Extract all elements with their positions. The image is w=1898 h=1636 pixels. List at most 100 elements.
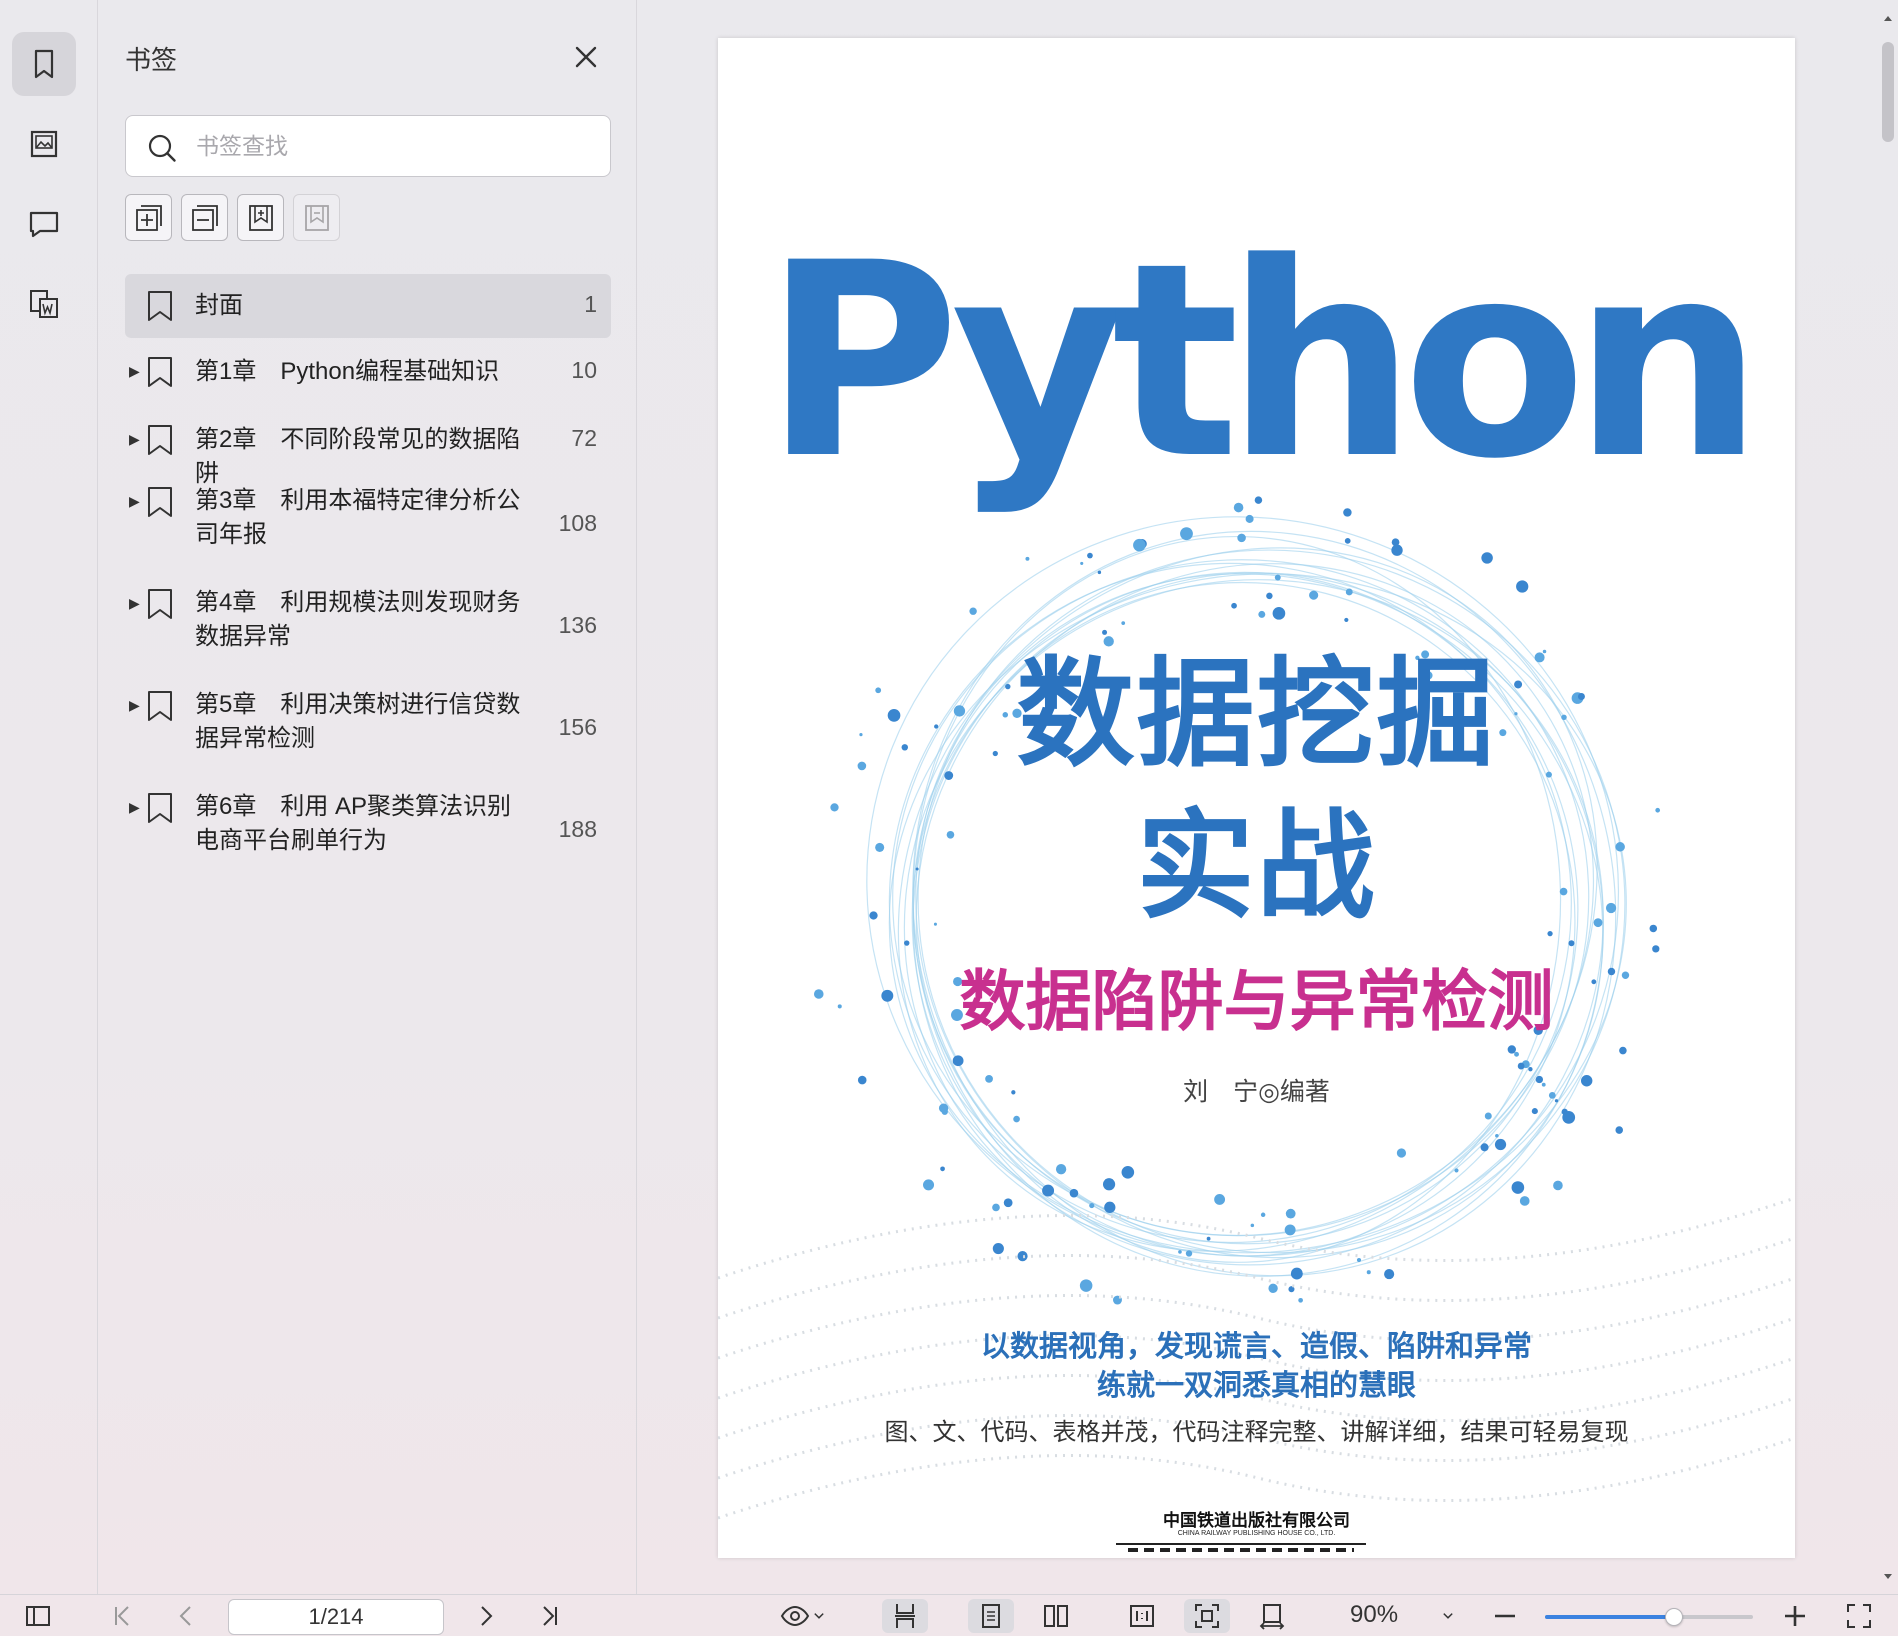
expand-arrow-icon[interactable]: ▶ (129, 431, 140, 448)
expand-arrow-icon[interactable]: ▶ (129, 697, 140, 714)
actual-size-icon (1130, 1605, 1154, 1627)
continuous-scroll-button[interactable] (882, 1599, 928, 1633)
scrollbar-thumb[interactable] (1882, 42, 1894, 142)
remove-bookmark-icon (304, 204, 329, 231)
chevron-down-icon (1443, 1613, 1453, 1619)
bookmark-label: 第4章 利用规模法则发现财务数据异常 (195, 589, 521, 650)
zoom-in-button[interactable] (1778, 1599, 1812, 1633)
publisher-name: 中国铁道出版社有限公司 (1163, 1511, 1350, 1530)
bookmark-item[interactable]: 封面 1 (125, 274, 611, 338)
cover-slogan-3: 图、文、代码、表格并茂，代码注释完整、讲解详细，结果可轻易复现 (884, 1419, 1629, 1446)
bookmark-page-number: 136 (558, 612, 597, 638)
page-1: Python 数据挖掘 实战 数据陷阱与异常检测 刘 宁◎编著 以数据视角，发现… (718, 38, 1795, 1558)
bookmark-toolbar (125, 194, 340, 242)
publisher-name-en: CHINA RAILWAY PUBLISHING HOUSE CO., LTD. (1177, 1530, 1336, 1537)
cover-title-line2: 实战 (1136, 801, 1377, 933)
bookmark-item[interactable]: ▶ 第5章 利用决策树进行信贷数据异常检测 156 (125, 678, 611, 780)
expand-arrow-icon[interactable]: ▶ (129, 493, 140, 510)
bookmark-item[interactable]: ▶ 第3章 利用本福特定律分析公司年报 108 (125, 474, 611, 576)
cover-slogan-1: 以数据视角，发现谎言、造假、陷阱和异常 (980, 1331, 1532, 1363)
first-page-button[interactable] (102, 1599, 142, 1633)
toggle-sidebar-button[interactable] (18, 1599, 58, 1633)
collapse-all-icon (191, 204, 218, 231)
last-page-button[interactable] (530, 1599, 570, 1633)
bookmark-page-number: 156 (558, 714, 597, 740)
collapse-all-button[interactable] (181, 194, 228, 241)
bookmark-label: 第5章 利用决策树进行信贷数据异常检测 (195, 691, 521, 752)
zoom-slider-fill (1545, 1615, 1674, 1619)
bookmark-item[interactable]: ▶ 第4章 利用规模法则发现财务数据异常 136 (125, 576, 611, 678)
close-icon (575, 46, 597, 68)
comment-icon (29, 211, 59, 238)
bookmark-icon (148, 357, 172, 387)
zoom-slider[interactable] (1545, 1608, 1753, 1626)
expand-all-icon (135, 204, 162, 231)
cover-title-python: Python (763, 206, 1764, 518)
bookmark-search-input[interactable] (196, 126, 596, 166)
bookmark-icon (34, 49, 54, 79)
bookmark-page-number: 108 (558, 510, 597, 536)
pdf-reader-window: 书签 封面 1 ▶ 第1章 Python编程基础知识 10 ▶第2章 不同阶段常见的数据陷… (0, 0, 1898, 1636)
first-page-icon (115, 1606, 129, 1626)
bookmark-list: 封面 1 ▶ 第1章 Python编程基础知识 10 ▶ 第2章 不同阶段常见的数据陷阱 72… (125, 274, 611, 882)
bookmark-label: 封面 (195, 292, 243, 319)
image-thumbnail-icon (30, 130, 58, 158)
plus-icon (1785, 1606, 1805, 1626)
bookmark-item[interactable]: ▶ 第1章 Python编程基础知识 10 (125, 338, 611, 406)
chevron-right-icon (481, 1606, 493, 1626)
bookmark-label: 第6章 利用 AP聚类算法识别电商平台刷单行为 (195, 793, 512, 854)
bookmarks-panel-button[interactable] (12, 32, 76, 96)
fit-page-icon (1195, 1604, 1219, 1628)
page-number-input[interactable]: 1/214 (228, 1599, 444, 1635)
chevron-left-icon (179, 1606, 191, 1626)
fit-page-button[interactable] (1184, 1599, 1230, 1633)
bookmark-icon (148, 691, 172, 721)
actual-size-button[interactable] (1122, 1599, 1162, 1633)
pdf-to-word-icon (30, 290, 58, 318)
zoom-dropdown-button[interactable] (1436, 1599, 1460, 1633)
bookmark-icon (148, 291, 172, 321)
zoom-level[interactable]: 90% (1350, 1601, 1398, 1629)
publisher-rule (1116, 1543, 1366, 1545)
bookmark-item[interactable]: ▶ 第6章 利用 AP聚类算法识别电商平台刷单行为 188 (125, 780, 611, 882)
expand-all-button[interactable] (125, 194, 172, 241)
bookmark-search (125, 115, 611, 177)
expand-arrow-icon[interactable]: ▶ (129, 363, 140, 380)
scroll-down-icon[interactable] (1878, 1566, 1898, 1586)
delete-bookmark-button[interactable] (293, 194, 340, 241)
left-rail (0, 0, 98, 1594)
bookmark-item[interactable]: ▶ 第2章 不同阶段常见的数据陷阱 72 (125, 406, 611, 487)
comments-panel-button[interactable] (12, 192, 76, 256)
vertical-scrollbar[interactable] (1878, 0, 1898, 1594)
fit-width-button[interactable] (1252, 1599, 1292, 1633)
bookmark-icon (148, 793, 172, 823)
bookmark-page-number: 10 (571, 357, 597, 383)
previous-page-button[interactable] (166, 1599, 206, 1633)
zoom-out-button[interactable] (1488, 1599, 1522, 1633)
add-bookmark-button[interactable] (237, 194, 284, 241)
thumbnails-panel-button[interactable] (12, 112, 76, 176)
cover-slogan-2: 练就一双洞悉真相的慧眼 (1096, 1370, 1416, 1402)
scroll-up-icon[interactable] (1878, 8, 1898, 28)
single-page-icon (982, 1604, 1000, 1628)
reading-mode-button[interactable] (772, 1599, 836, 1633)
expand-arrow-icon[interactable]: ▶ (129, 799, 140, 816)
chevron-down-icon (814, 1613, 824, 1619)
single-page-button[interactable] (968, 1599, 1014, 1633)
bottom-toolbar: 1/214 90% (0, 1594, 1898, 1636)
zoom-slider-knob[interactable] (1664, 1608, 1683, 1626)
expand-arrow-icon[interactable]: ▶ (129, 595, 140, 612)
last-page-icon (543, 1606, 557, 1626)
minus-icon (1495, 1614, 1515, 1618)
two-page-button[interactable] (1036, 1599, 1076, 1633)
bookmark-icon (148, 425, 172, 455)
next-page-button[interactable] (466, 1599, 506, 1633)
bookmark-icon (148, 487, 172, 517)
fullscreen-button[interactable] (1840, 1599, 1878, 1633)
document-view[interactable]: Python 数据挖掘 实战 数据陷阱与异常检测 刘 宁◎编著 以数据视角，发现… (638, 0, 1878, 1594)
word-convert-button[interactable] (12, 272, 76, 336)
eye-icon (780, 1605, 810, 1627)
bookmark-page-number: 188 (558, 816, 597, 842)
bookmark-label: 第3章 利用本福特定律分析公司年报 (195, 487, 521, 548)
close-panel-button[interactable] (569, 40, 603, 74)
